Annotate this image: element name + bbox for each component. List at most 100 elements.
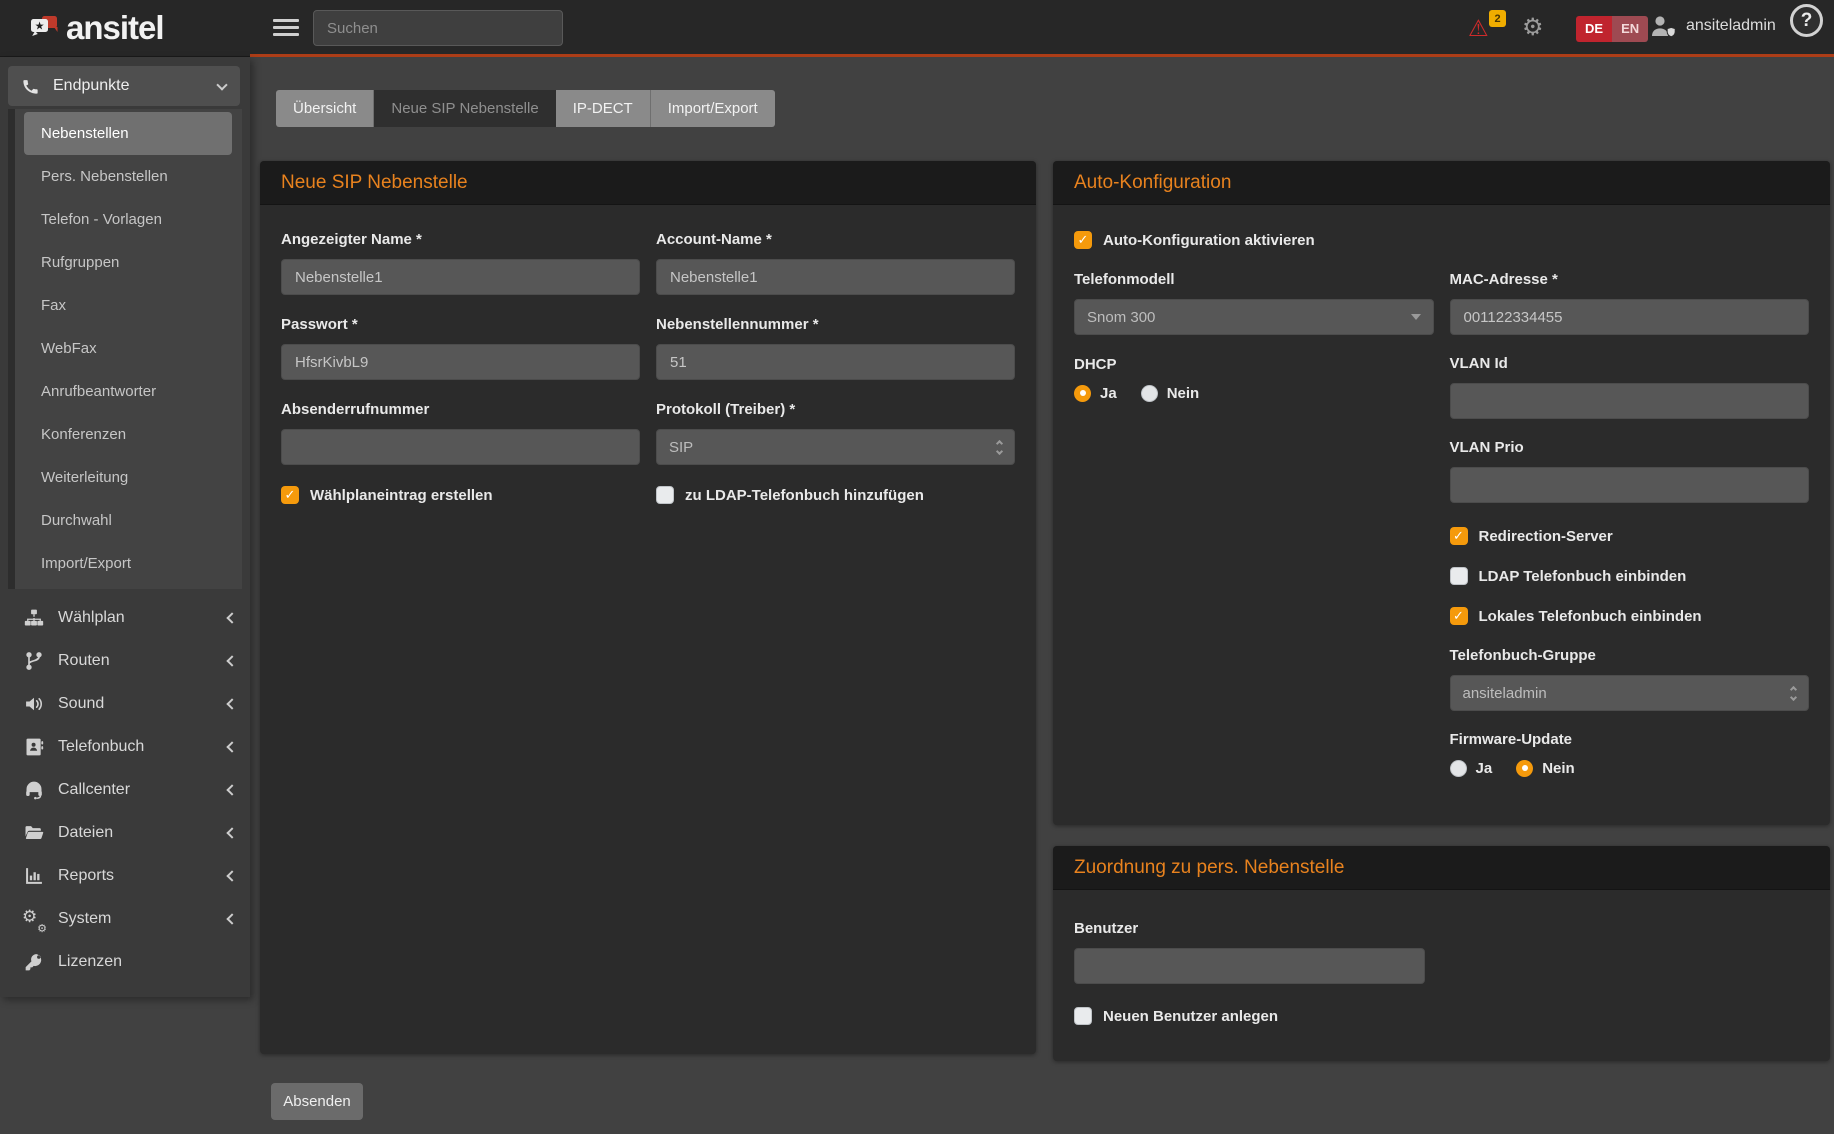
sidebar-item-fax[interactable]: Fax xyxy=(24,284,232,327)
sidebar-item-import-export[interactable]: Import/Export xyxy=(24,542,232,585)
panel-title: Auto-Konfiguration xyxy=(1053,161,1830,205)
checkbox-checked-icon[interactable]: ✓ xyxy=(1074,231,1092,249)
firmware-radio-nein[interactable]: Nein xyxy=(1516,760,1575,777)
checkbox-neuen-benutzer-anlegen[interactable]: Neuen Benutzer anlegen xyxy=(1074,1007,1809,1025)
field-nebenstellennummer: Nebenstellennummer * xyxy=(656,316,1015,380)
sidebar-submenu: Nebenstellen Pers. Nebenstellen Telefon … xyxy=(8,109,242,589)
autoconf-left-column: Telefonmodell Snom 300 DHCP Ja Nein xyxy=(1074,271,1434,799)
sidebar-item-routen[interactable]: Routen xyxy=(0,639,250,682)
user-menu[interactable]: ansiteladmin xyxy=(1650,13,1776,39)
checkbox-checked-icon[interactable]: ✓ xyxy=(1450,527,1468,545)
sidebar-item-webfax[interactable]: WebFax xyxy=(24,327,232,370)
gears-icon: ⚙⚙ xyxy=(24,909,44,929)
checkbox-lokales-telefonbuch-einbinden[interactable]: ✓ Lokales Telefonbuch einbinden xyxy=(1450,607,1810,625)
sidebar-item-weiterleitung[interactable]: Weiterleitung xyxy=(24,456,232,499)
field-telefonmodell: Telefonmodell Snom 300 xyxy=(1074,271,1434,335)
checkbox-checked-icon[interactable]: ✓ xyxy=(281,486,299,504)
sidebar-item-dateien[interactable]: Dateien xyxy=(0,811,250,854)
user-name: ansiteladmin xyxy=(1686,17,1776,35)
checkbox-checked-icon[interactable]: ✓ xyxy=(1450,607,1468,625)
app-logo[interactable]: ★ ansitel xyxy=(0,0,250,57)
sidebar-item-label: Reports xyxy=(58,867,214,885)
checkbox-unchecked-icon[interactable] xyxy=(656,486,674,504)
chevron-down-icon xyxy=(216,79,227,90)
sidebar-item-sound[interactable]: Sound xyxy=(0,682,250,725)
sidebar-item-endpunkte[interactable]: Endpunkte xyxy=(8,66,240,106)
checkbox-label: zu LDAP-Telefonbuch hinzufügen xyxy=(685,487,924,504)
benutzer-input[interactable] xyxy=(1074,948,1425,984)
sidebar-item-system[interactable]: ⚙⚙ System xyxy=(0,897,250,940)
panel-title: Neue SIP Nebenstelle xyxy=(260,161,1036,205)
chevron-left-icon xyxy=(226,655,237,666)
sidebar-group-label: Endpunkte xyxy=(53,77,205,95)
dhcp-radio-ja[interactable]: Ja xyxy=(1074,385,1117,402)
sidebar-item-reports[interactable]: Reports xyxy=(0,854,250,897)
checkbox-ldap-telefonbuch-einbinden[interactable]: LDAP Telefonbuch einbinden xyxy=(1450,567,1810,585)
sidebar-item-telefonbuch[interactable]: Telefonbuch xyxy=(0,725,250,768)
sidebar-item-handbuch[interactable]: Handbuch xyxy=(0,983,250,997)
sort-arrows-icon xyxy=(1791,687,1796,700)
tab-neue-sip-nebenstelle[interactable]: Neue SIP Nebenstelle xyxy=(374,90,555,127)
hamburger-menu-icon[interactable] xyxy=(273,14,299,40)
radio-selected-icon[interactable] xyxy=(1074,385,1091,402)
help-button[interactable]: ? xyxy=(1790,4,1823,37)
password-input[interactable] xyxy=(281,344,640,380)
tab-ip-dect[interactable]: IP-DECT xyxy=(556,90,651,127)
checkbox-redirection-server[interactable]: ✓ Redirection-Server xyxy=(1450,527,1810,545)
sidebar-item-konferenzen[interactable]: Konferenzen xyxy=(24,413,232,456)
sidebar-item-durchwahl[interactable]: Durchwahl xyxy=(24,499,232,542)
logo-chat-bubbles-icon: ★ xyxy=(30,15,58,41)
sidebar-item-nebenstellen[interactable]: Nebenstellen xyxy=(24,112,232,155)
checkbox-label: LDAP Telefonbuch einbinden xyxy=(1479,568,1687,585)
vlan-id-input[interactable] xyxy=(1450,383,1810,419)
sender-number-input[interactable] xyxy=(281,429,640,465)
chevron-left-icon xyxy=(226,870,237,881)
checkbox-unchecked-icon[interactable] xyxy=(1074,1007,1092,1025)
search-input[interactable] xyxy=(313,10,563,46)
caret-down-icon xyxy=(1411,314,1421,320)
sidebar-item-callcenter[interactable]: Callcenter xyxy=(0,768,250,811)
checkbox-label: Lokales Telefonbuch einbinden xyxy=(1479,608,1702,625)
checkbox-unchecked-icon[interactable] xyxy=(1450,567,1468,585)
mac-address-input[interactable] xyxy=(1450,299,1810,335)
field-label: Nebenstellennummer * xyxy=(656,316,1015,333)
sidebar-item-waehlplan[interactable]: Wählplan xyxy=(0,596,250,639)
phonebook-group-select[interactable]: ansiteladmin xyxy=(1450,675,1810,711)
extension-number-input[interactable] xyxy=(656,344,1015,380)
checkbox-label: Auto-Konfiguration aktivieren xyxy=(1103,232,1315,249)
field-label: Angezeigter Name * xyxy=(281,231,640,248)
chevron-left-icon xyxy=(226,741,237,752)
display-name-input[interactable] xyxy=(281,259,640,295)
dhcp-radio-nein[interactable]: Nein xyxy=(1141,385,1200,402)
field-absenderrufnummer: Absenderrufnummer xyxy=(281,401,640,465)
checkbox-zu-ldap-telefonbuch[interactable]: zu LDAP-Telefonbuch hinzufügen xyxy=(656,486,1015,504)
checkbox-waehlplaneintrag[interactable]: ✓ Wählplaneintrag erstellen xyxy=(281,486,640,504)
language-en-button[interactable]: EN xyxy=(1612,16,1648,42)
radio-label: Ja xyxy=(1476,760,1493,777)
sidebar-item-rufgruppen[interactable]: Rufgruppen xyxy=(24,241,232,284)
page-tabs: Übersicht Neue SIP Nebenstelle IP-DECT I… xyxy=(276,90,775,127)
phone-model-select[interactable]: Snom 300 xyxy=(1074,299,1434,335)
sidebar-item-telefon-vorlagen[interactable]: Telefon - Vorlagen xyxy=(24,198,232,241)
sidebar-item-anrufbeantworter[interactable]: Anrufbeantworter xyxy=(24,370,232,413)
checkbox-auto-konfiguration[interactable]: ✓ Auto-Konfiguration aktivieren xyxy=(1074,231,1809,249)
settings-gear-icon[interactable]: ⚙ xyxy=(1522,13,1544,42)
radio-selected-icon[interactable] xyxy=(1516,760,1533,777)
absenden-button[interactable]: Absenden xyxy=(271,1083,363,1120)
language-de-button[interactable]: DE xyxy=(1576,16,1612,42)
alerts-button[interactable]: ⚠ 2 xyxy=(1468,14,1502,44)
radio-label: Nein xyxy=(1167,385,1200,402)
protocol-select[interactable]: SIP xyxy=(656,429,1015,465)
radio-unselected-icon[interactable] xyxy=(1450,760,1467,777)
field-account-name: Account-Name * xyxy=(656,231,1015,295)
radio-label: Ja xyxy=(1100,385,1117,402)
firmware-radio-ja[interactable]: Ja xyxy=(1450,760,1493,777)
phone-icon xyxy=(21,77,40,96)
tab-uebersicht[interactable]: Übersicht xyxy=(276,90,374,127)
sidebar-item-pers-nebenstellen[interactable]: Pers. Nebenstellen xyxy=(24,155,232,198)
tab-import-export[interactable]: Import/Export xyxy=(651,90,775,127)
account-name-input[interactable] xyxy=(656,259,1015,295)
sidebar-item-lizenzen[interactable]: Lizenzen xyxy=(0,940,250,983)
radio-unselected-icon[interactable] xyxy=(1141,385,1158,402)
vlan-prio-input[interactable] xyxy=(1450,467,1810,503)
